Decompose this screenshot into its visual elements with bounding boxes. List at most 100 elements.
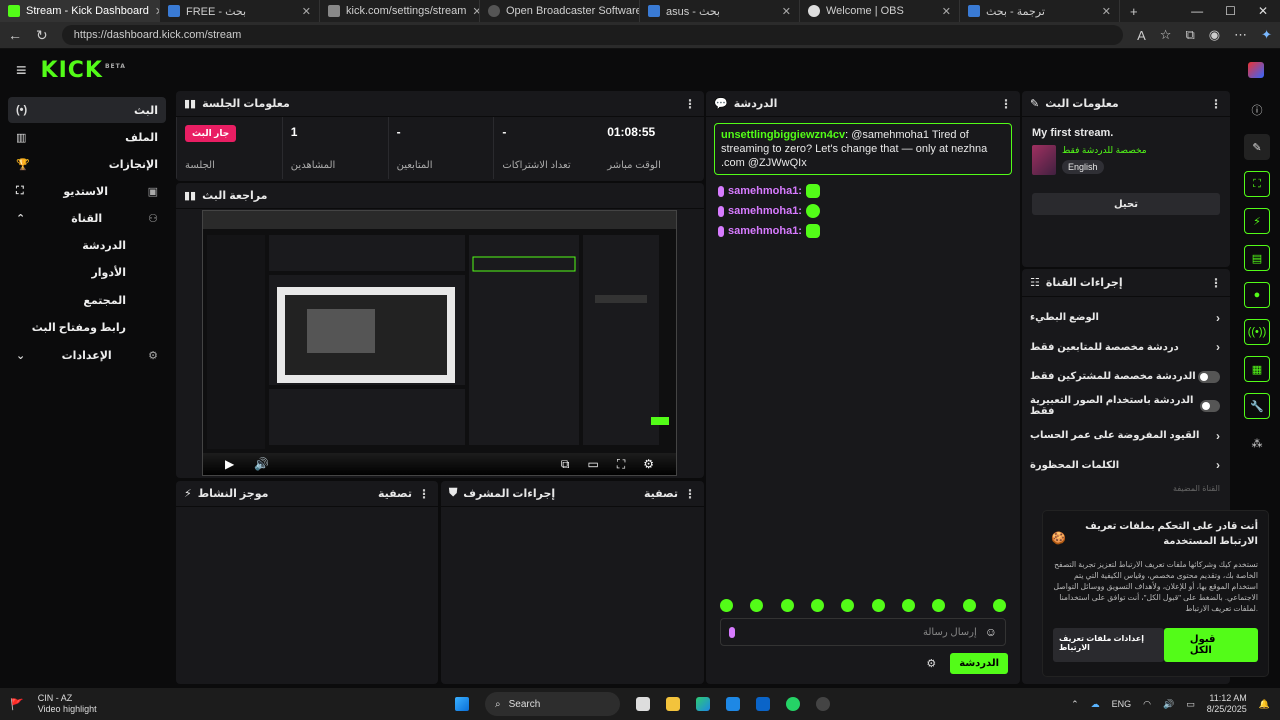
accept-all-button[interactable]: قبول الكل [1163,628,1258,662]
layout-icon[interactable]: ▦ [1244,356,1270,382]
filter-button[interactable]: تصفية [644,487,678,500]
read-aloud-icon[interactable]: A [1137,28,1146,43]
sidebar-item-settings[interactable]: ⌄ الإعدادات ⚙ [8,342,166,368]
close-icon[interactable]: ✕ [472,5,479,18]
clock[interactable]: 11:12 AM 8/25/2025 [1207,693,1247,715]
filter-button[interactable]: تصفية [378,487,412,500]
emote-icon[interactable] [750,599,764,612]
sidebar-subitem-community[interactable]: المجتمع [8,287,166,314]
info-icon[interactable]: ⓘ [1244,97,1270,123]
chat-username[interactable]: samehmoha1: [728,185,802,197]
sidebar-item-achievements[interactable]: 🏆 الإنجازات [8,151,166,177]
chevron-up-icon[interactable]: ⌃ [1071,699,1079,710]
volume-icon[interactable]: 🔊 [254,457,269,471]
hamburger-menu-icon[interactable]: ≡ [16,60,27,81]
emote-icon[interactable] [901,599,915,612]
sidebar-item-profile[interactable]: ▥ الملف [8,124,166,150]
taskbar-search[interactable]: ⌕ Search [485,692,620,716]
url-field[interactable]: https://dashboard.kick.com/stream [61,25,1124,45]
volume-icon[interactable]: 🔊 [1163,699,1174,710]
gear-icon[interactable]: ⚙ [643,457,654,472]
sidebar-subitem-roles[interactable]: الأدوار [8,260,166,287]
chat-username[interactable]: unsettlingbiggiewzn4cv [721,129,845,141]
more-vertical-icon[interactable]: ⋮ [684,97,696,111]
more-vertical-icon[interactable]: ⋮ [1210,97,1222,111]
wrench-icon[interactable]: 🔧 [1244,393,1270,419]
windows-start-icon[interactable] [455,697,469,711]
profile-icon[interactable]: ◉ [1209,27,1220,43]
close-icon[interactable]: ✕ [1102,5,1111,18]
whatsapp-icon[interactable] [786,697,800,711]
highlighted-message[interactable]: unsettlingbiggiewzn4cv: @samehmoha1 Tire… [714,123,1012,175]
notification-bell-icon[interactable]: 🔔 [1259,699,1270,710]
broadcast-icon[interactable]: ((•)) [1244,319,1270,345]
sidebar-item-stream[interactable]: (•) البث [8,97,166,123]
action-banned-words[interactable]: الكلمات المحظورة › [1022,451,1230,481]
file-explorer-icon[interactable] [666,697,680,711]
close-icon[interactable]: ✕ [302,5,311,18]
emote-icon[interactable] [810,599,824,612]
language-indicator[interactable]: ENG [1112,699,1132,709]
new-tab-icon[interactable]: + [1130,4,1138,19]
collections-icon[interactable]: ⧉ [1185,27,1194,43]
outlook-icon[interactable] [756,697,770,711]
browser-tab[interactable]: Welcome | OBS ✕ [800,0,960,22]
action-slow-mode[interactable]: الوضع البطيء › [1022,303,1230,333]
user-avatar[interactable] [1248,62,1264,78]
emote-icon[interactable] [871,599,885,612]
video-player[interactable]: ▶ 🔊 ⧉ ▭ ⛶ ⚙ [202,210,677,476]
play-icon[interactable]: ▶ [225,457,234,471]
emoji-picker-icon[interactable]: ☺ [985,625,997,639]
emote-icon[interactable] [992,599,1006,612]
sidebar-subitem-chat[interactable]: الدردشة [8,232,166,259]
browser-tab[interactable]: kick.com/settings/stream ✕ [320,0,480,22]
chat-line[interactable]: samehmoha1: [706,201,1020,221]
more-vertical-icon[interactable]: ⋮ [418,487,430,501]
chat-bubble-icon[interactable]: ● [1244,282,1270,308]
emote-icon[interactable] [932,599,946,612]
chat-input[interactable]: إرسال رسالة ☺ [720,618,1006,646]
action-account-age[interactable]: القيود المفروضة على عمر الحساب › [1022,421,1230,451]
sidebar-subitem-stream-key[interactable]: رابط ومفتاح البث [8,315,166,342]
close-window-icon[interactable]: ✕ [1258,4,1268,18]
bolt-icon[interactable]: ⚡ [1244,208,1270,234]
cookie-settings-button[interactable]: إعدادات ملفات تعريف الارتباط [1053,628,1164,662]
category-link[interactable]: مخصصة للدردشة فقط [1062,145,1147,156]
emotes-only-toggle[interactable] [1200,400,1220,413]
emote-icon[interactable] [780,599,794,612]
copilot-icon[interactable]: ✦ [1261,27,1272,43]
maximize-icon[interactable]: ☐ [1225,4,1236,18]
browser-tab[interactable]: Open Broadcaster Software | OB✕ [480,0,640,22]
chat-username[interactable]: samehmoha1: [728,225,802,237]
pip-icon[interactable]: ⧉ [561,457,570,472]
kick-logo[interactable]: KICK BETA [41,58,126,83]
refresh-icon[interactable]: ↻ [36,27,48,44]
chat-line[interactable]: samehmoha1: [706,221,1020,241]
browser-tab[interactable]: Stream - Kick Dashboard✕ [0,0,160,22]
minimize-icon[interactable]: — [1191,4,1203,18]
emote-icon[interactable] [962,599,976,612]
onedrive-icon[interactable]: ☁ [1091,699,1100,710]
emote-icon[interactable] [841,599,855,612]
close-icon[interactable]: ✕ [782,5,791,18]
browser-tab[interactable]: asus - بحث ✕ [640,0,800,22]
subscribers-only-toggle[interactable] [1198,370,1220,383]
sidebar-item-studio[interactable]: ⛶ الاستديو ▣ [8,178,166,204]
more-vertical-icon[interactable]: ⋮ [1210,276,1222,290]
sidebar-item-channel[interactable]: ⌃ القناة ⚇ [8,205,166,231]
back-icon[interactable]: ← [8,27,22,43]
wifi-icon[interactable]: ◠ [1143,699,1151,710]
gear-icon[interactable]: ⚙ [926,657,936,670]
more-vertical-icon[interactable]: ⋮ [1000,97,1012,111]
chat-line[interactable]: samehmoha1: [706,181,1020,201]
browser-tab[interactable]: FREE - بحث ✕ [160,0,320,22]
more-vertical-icon[interactable]: ⋮ [684,487,696,501]
document-icon[interactable]: ▤ [1244,245,1270,271]
emote-icon[interactable] [720,599,733,612]
studio-icon[interactable]: ⛶ [1244,171,1270,197]
fullscreen-icon[interactable]: ⛶ [617,457,625,472]
action-followers-only[interactable]: دردشة مخصصة للمتابعين فقط › [1022,333,1230,363]
more-icon[interactable]: ⋯ [1234,27,1247,43]
theater-icon[interactable]: ▭ [587,457,598,472]
weather-widget[interactable]: CIN - AZ Video highlight [38,693,97,715]
